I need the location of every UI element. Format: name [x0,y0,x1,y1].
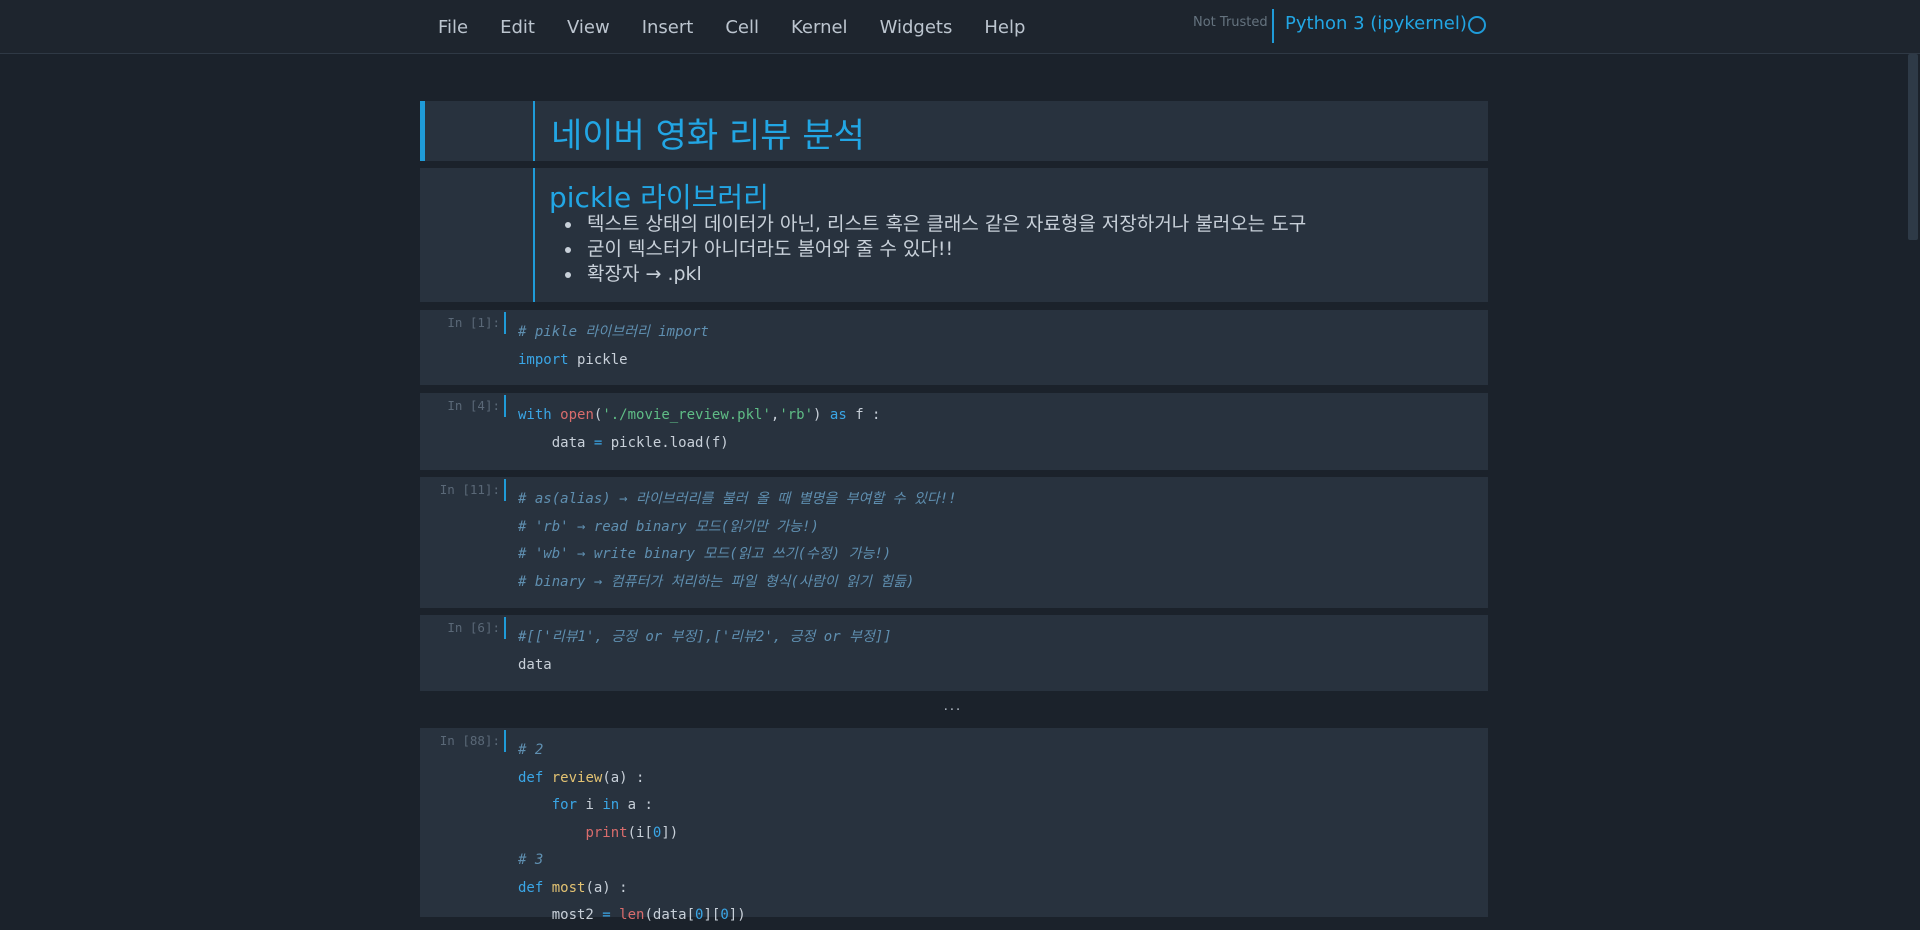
page-scrollbar[interactable] [1906,54,1920,917]
code-comment: # binary → 컴퓨터가 처리하는 파일 형식(사람이 읽기 힘듦) [518,573,915,590]
code-function-name: most [551,879,586,896]
code-comment: # pikle 라이브러리 import [518,324,709,340]
code-text: i [577,797,603,813]
input-prompt: In [88]: [439,733,500,748]
code-keyword: as [829,407,847,423]
menu-view[interactable]: View [551,17,626,38]
input-prompt: In [4]: [447,398,500,413]
code-text: data [518,656,552,673]
prompt-bar [504,395,506,417]
code-text: (a) : [585,879,628,896]
input-prompt: In [6]: [447,620,500,635]
code-editor[interactable]: # 2 def review(a) : for i in a : print(i… [518,737,746,930]
code-comment: #[['리뷰1', 긍정 or 부정],['리뷰2', 긍정 or 부정]] [518,629,892,645]
input-prompt: In [11]: [439,482,500,497]
code-cell-88[interactable]: In [88]: # 2 def review(a) : for i in a … [420,728,1488,923]
input-prompt: In [1]: [447,315,500,330]
code-comment: # as(alias) → 라이브러리를 불러 올 때 별명을 부여할 수 있다… [518,491,957,507]
code-text: ]) [661,824,679,841]
scrollbar-thumb[interactable] [1908,54,1918,240]
code-editor[interactable]: # pikle 라이브러리 import import pickle [518,319,709,374]
code-text: pickle [568,351,628,368]
code-builtin: print [585,824,628,841]
menu-widgets[interactable]: Widgets [864,17,969,38]
code-cell-4[interactable]: In [4]: with open('./movie_review.pkl','… [420,393,1488,470]
list-item: 확장자 → .pkl [583,262,1306,287]
menu-cell[interactable]: Cell [709,17,775,38]
kernel-idle-circle-icon [1468,16,1486,34]
list-item: 텍스트 상태의 데이터가 아닌, 리스트 혹은 클래스 같은 자료형을 저장하거… [583,212,1306,237]
code-string: './movie_review.pkl' [602,407,771,423]
code-keyword: in [602,797,620,813]
kernel-divider [1272,9,1274,43]
code-comment: # 3 [518,852,544,868]
code-cell-11[interactable]: In [11]: # as(alias) → 라이브러리를 불러 올 때 별명을… [420,477,1488,608]
code-comment: # 'rb' → read binary 모드(읽기만 가능!) [518,518,819,535]
code-builtin: open [560,407,594,423]
code-number: 0 [720,907,729,923]
code-builtin: len [619,907,645,923]
markdown-cell-title[interactable]: 네이버 영화 리뷰 분석 [420,101,1488,161]
menu-edit[interactable]: Edit [484,17,551,38]
code-text: (a) : [602,769,645,786]
code-editor[interactable]: with open('./movie_review.pkl','rb') as … [518,402,880,457]
code-operator: = [602,907,611,923]
code-cell-1[interactable]: In [1]: # pikle 라이브러리 import import pick… [420,310,1488,385]
menu-help[interactable]: Help [968,17,1041,38]
menu-insert[interactable]: Insert [626,17,710,38]
prompt-bar [504,479,506,501]
code-keyword: import [518,351,569,368]
code-text: a : [619,797,653,813]
code-function-name: review [551,769,603,786]
code-text: (data[ [644,907,696,923]
pickle-heading: pickle 라이브러리 [549,181,769,214]
prompt-bar [504,730,506,752]
code-cell-6[interactable]: In [6]: #[['리뷰1', 긍정 or 부정],['리뷰2', 긍정 o… [420,615,1488,691]
cell-input-border [533,168,535,302]
code-text: (i[ [627,824,653,841]
code-text: most2 [518,907,603,923]
collapsed-output-ellipsis[interactable]: ... [938,699,968,714]
code-editor[interactable]: # as(alias) → 라이브러리를 불러 올 때 별명을 부여할 수 있다… [518,486,957,596]
kernel-name[interactable]: Python 3 (ipykernel) [1285,13,1467,34]
code-keyword: with [518,407,552,423]
code-keyword: def [518,879,544,896]
main-menu: File Edit View Insert Cell Kernel Widget… [422,0,1041,54]
pickle-bullet-list: 텍스트 상태의 데이터가 아닌, 리스트 혹은 클래스 같은 자료형을 저장하거… [572,212,1306,287]
code-keyword: def [518,769,544,786]
list-item: 굳이 텍스터가 아니더라도 불어와 줄 수 있다!! [583,237,1306,262]
prompt-bar [504,312,506,334]
notebook-title: 네이버 영화 리뷰 분석 [551,116,865,156]
code-text: ]) [728,907,746,923]
menu-file[interactable]: File [422,17,484,38]
code-keyword: for [551,797,578,813]
cell-input-border [533,101,535,161]
menu-kernel[interactable]: Kernel [775,17,864,38]
code-text: pickle.load(f) [602,434,729,451]
code-string: 'rb' [779,407,814,423]
code-comment: # 'wb' → write binary 모드(읽고 쓰기(수정) 가능!) [518,546,892,562]
menubar: File Edit View Insert Cell Kernel Widget… [0,0,1920,54]
code-comment: # 2 [518,742,544,758]
not-trusted-badge[interactable]: Not Trusted [1193,15,1268,30]
code-text: f : [846,407,881,423]
prompt-bar [504,617,506,639]
code-text: data [518,434,594,451]
code-text: ][ [703,907,721,923]
markdown-cell-pickle[interactable]: pickle 라이브러리 텍스트 상태의 데이터가 아닌, 리스트 혹은 클래스… [420,168,1488,302]
code-editor[interactable]: #[['리뷰1', 긍정 or 부정],['리뷰2', 긍정 or 부정]] d… [518,624,892,679]
